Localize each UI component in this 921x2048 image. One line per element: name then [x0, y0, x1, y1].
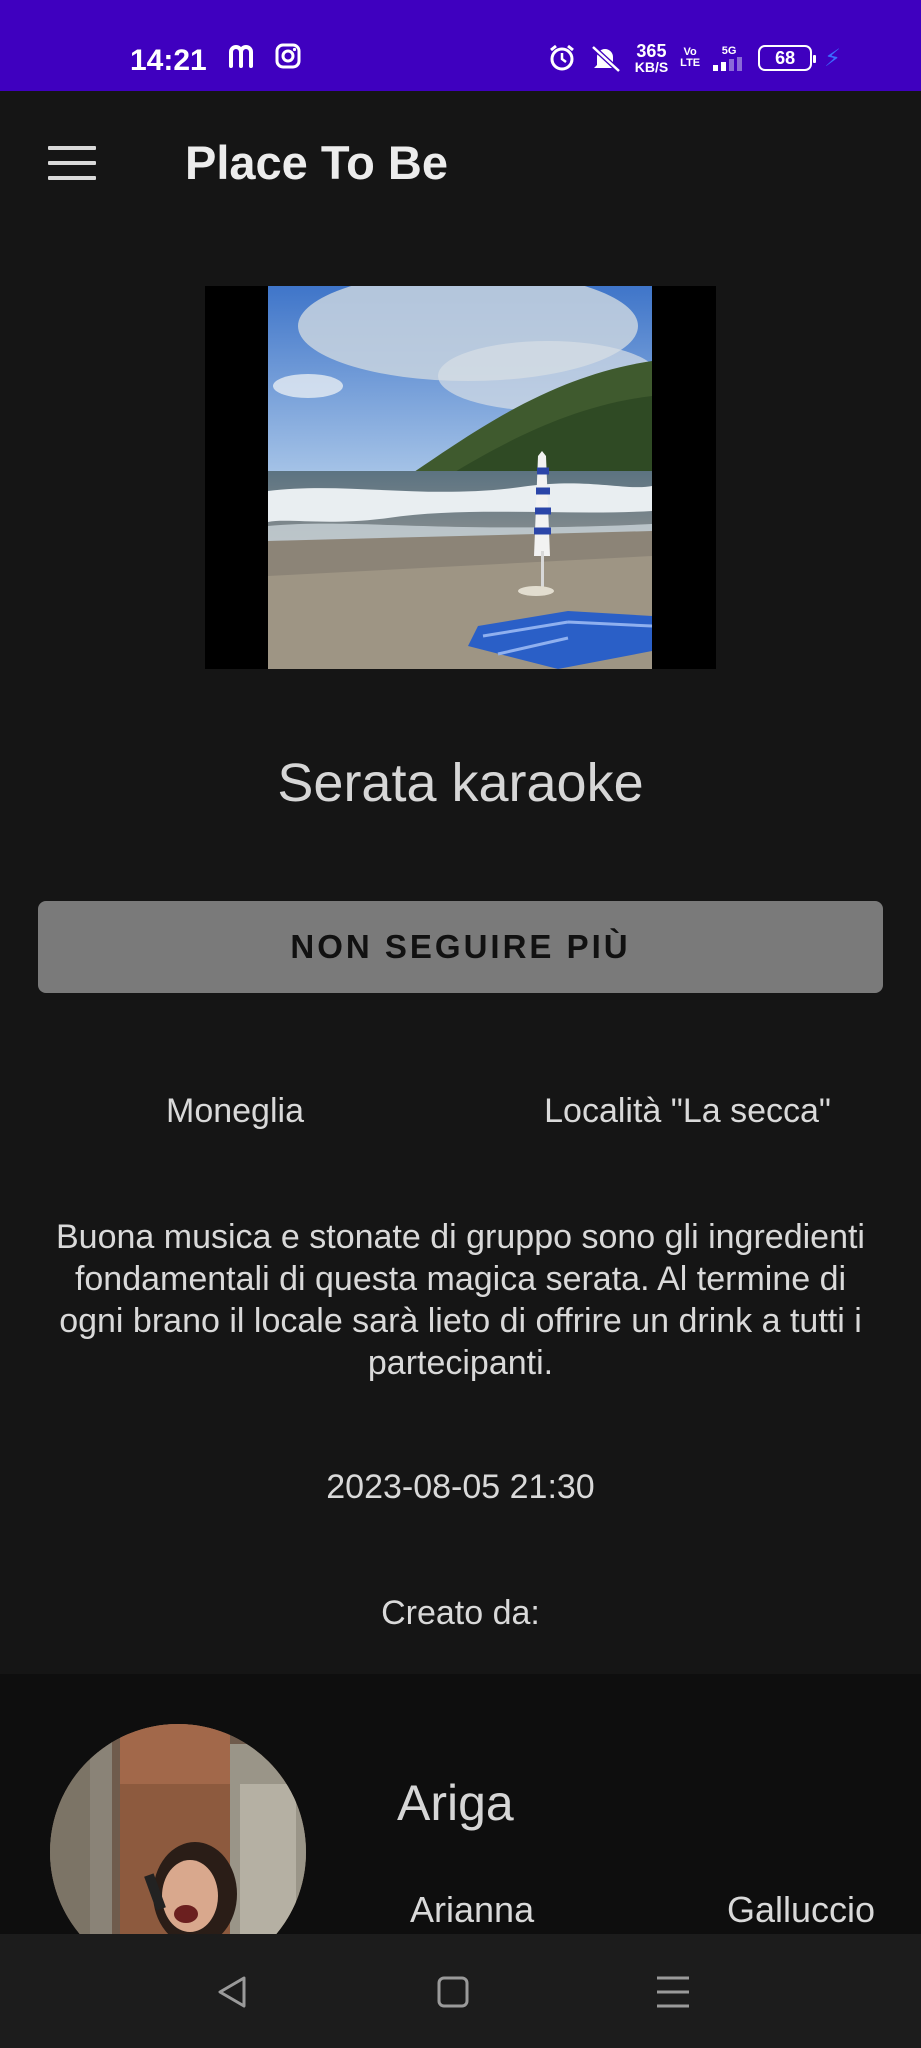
status-left-icons — [228, 42, 302, 70]
creator-first-name: Arianna — [410, 1889, 535, 1930]
status-time: 14:21 — [130, 44, 207, 77]
event-description: Buona musica e stonate di gruppo sono gl… — [56, 1218, 865, 1382]
unfollow-button[interactable]: NON SEGUIRE PIÙ — [38, 901, 883, 993]
beach-image — [268, 286, 652, 669]
home-square-icon[interactable] — [433, 1972, 473, 2012]
speed-unit: KB/S — [634, 59, 669, 75]
creator-username: Ariga — [397, 1775, 514, 1831]
volte-bottom: LTE — [680, 57, 701, 69]
creator-card[interactable]: Ariga Arianna Galluccio — [0, 1674, 921, 1934]
instagram-icon — [275, 43, 301, 69]
volte-indicator: Vo LTE — [680, 47, 700, 69]
event-datetime: 2023-08-05 21:30 — [326, 1468, 595, 1506]
network-type: 5G — [712, 44, 746, 71]
avatar — [50, 1724, 306, 1934]
status-bar: 14:21 365 KB/S Vo LTE 5G 68 ⚡ — [0, 0, 921, 91]
m-app-icon — [229, 45, 253, 68]
status-right-icons: 365 KB/S Vo LTE 5G 68 ⚡ — [547, 42, 841, 74]
alarm-icon — [549, 44, 574, 71]
created-by-label: Creato da: — [381, 1594, 540, 1632]
charging-icon: ⚡ — [824, 44, 841, 72]
mute-icon — [591, 45, 621, 73]
network-speed: 365 KB/S — [635, 42, 668, 74]
hamburger-menu-icon[interactable] — [48, 146, 96, 182]
battery-level: 68 — [775, 47, 796, 68]
battery-indicator: 68 — [758, 45, 817, 71]
creator-last-name: Galluccio — [726, 1889, 875, 1930]
speed-value: 365 — [636, 41, 667, 61]
signal-icon — [713, 56, 743, 71]
system-nav-bar — [0, 1934, 921, 2048]
network-type-label: 5G — [721, 44, 737, 57]
back-triangle-icon[interactable] — [212, 1972, 252, 2012]
event-place: Località "La secca" — [544, 1092, 831, 1130]
app-title: Place To Be — [185, 136, 448, 189]
event-photo — [205, 286, 716, 669]
app-bar: Place To Be — [0, 91, 921, 237]
recents-menu-icon[interactable] — [653, 1972, 693, 2012]
event-title: Serata karaoke — [277, 753, 644, 813]
event-city: Moneglia — [166, 1092, 304, 1130]
